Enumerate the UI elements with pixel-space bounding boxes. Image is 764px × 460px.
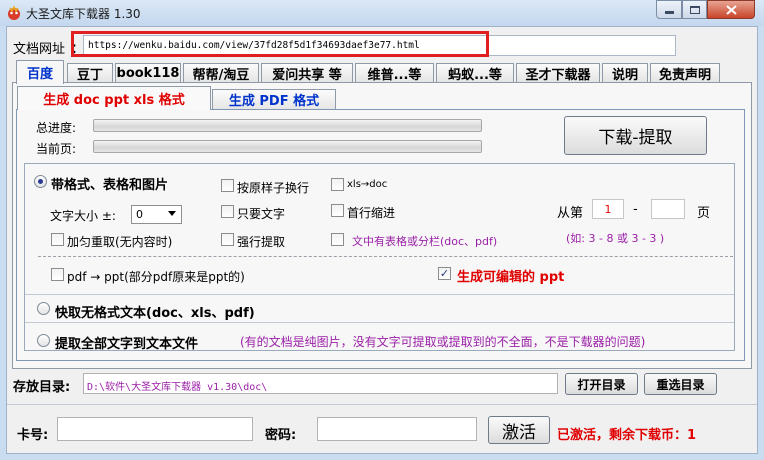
page-suffix-label: 页	[697, 206, 711, 221]
chevron-down-icon	[168, 211, 176, 216]
password-label: 密码:	[265, 428, 297, 443]
with-format-radio[interactable]	[34, 175, 47, 188]
download-extract-button[interactable]: 下载-提取	[564, 116, 707, 155]
tab-bangbang-taodou[interactable]: 帮帮/淘豆	[183, 63, 259, 83]
with-format-label: 带格式、表格和图片	[51, 178, 169, 193]
pdf-to-ppt-checkbox[interactable]	[51, 268, 64, 281]
tab-docin[interactable]: 豆丁	[67, 63, 113, 83]
activate-button[interactable]: 激活	[488, 416, 550, 444]
divider	[25, 322, 734, 323]
window-title: 大圣文库下载器 1.30	[26, 7, 141, 21]
xls-to-doc-label: xls→doc	[347, 179, 388, 190]
from-page-input[interactable]: 1	[592, 199, 624, 219]
quick-plain-radio[interactable]	[37, 302, 50, 315]
url-label: 文档网址	[13, 42, 66, 57]
page-progress-bar	[93, 140, 482, 153]
divider	[7, 404, 757, 405]
tab-disclaimer[interactable]: 免责声明	[650, 63, 720, 83]
tab-weipu[interactable]: 维普...等	[355, 63, 434, 83]
tab-baidu[interactable]: 百度	[16, 60, 64, 84]
options-separator	[38, 256, 733, 257]
first-line-indent-label: 首行缩进	[347, 206, 396, 220]
subtab-doc-format[interactable]: 生成 doc ppt xls 格式	[17, 86, 211, 110]
minimize-button[interactable]	[656, 0, 682, 19]
password-input[interactable]	[317, 417, 477, 441]
has-table-label: 文中有表格或分栏(doc、pdf)	[352, 235, 498, 248]
retry-label: 加匀重取(无内容时)	[67, 235, 173, 249]
xls-to-doc-checkbox[interactable]	[331, 178, 344, 191]
close-button[interactable]	[707, 0, 755, 19]
by-sample-linebreak-label: 按原样子换行	[237, 181, 310, 195]
has-table-checkbox[interactable]	[331, 233, 344, 246]
from-page-label: 从第	[557, 206, 584, 221]
page-example-label: (如: 3 - 8 或 3 - 3 )	[566, 232, 665, 245]
subtab-pdf-format[interactable]: 生成 PDF 格式	[212, 89, 336, 109]
maximize-icon	[689, 5, 700, 14]
card-number-input[interactable]	[57, 417, 253, 441]
close-icon	[725, 4, 737, 15]
tab-mayi[interactable]: 蚂蚁...等	[436, 63, 514, 83]
page-range-dash: -	[633, 202, 638, 217]
tab-iask[interactable]: 爱问共享 等	[261, 63, 353, 83]
extract-all-note: (有的文档是纯图片，没有文字可提取或提取到的不全面，不是下载器的问题)	[240, 335, 646, 349]
total-progress-bar	[93, 119, 482, 132]
text-only-label: 只要文字	[237, 207, 286, 221]
storage-label: 存放目录:	[13, 380, 71, 395]
to-page-input[interactable]	[651, 199, 685, 219]
url-highlight-box	[71, 31, 489, 57]
maximize-button[interactable]	[682, 0, 707, 19]
force-extract-label: 强行提取	[237, 235, 286, 249]
app-logo-icon	[8, 5, 20, 20]
first-line-indent-checkbox[interactable]	[331, 204, 344, 217]
open-folder-button[interactable]: 打开目录	[565, 373, 638, 395]
tab-shengcai[interactable]: 圣才下载器	[516, 63, 600, 83]
extract-all-radio[interactable]	[37, 334, 50, 347]
minimize-icon	[664, 11, 674, 14]
total-progress-label: 总进度:	[36, 121, 77, 135]
pdf-to-ppt-label: pdf → ppt(部分pdf原来是ppt的)	[67, 270, 245, 284]
page-progress-label: 当前页:	[36, 142, 77, 156]
editable-ppt-label: 生成可编辑的 ppt	[457, 270, 565, 285]
by-sample-linebreak-checkbox[interactable]	[221, 179, 234, 192]
extract-all-label: 提取全部文字到文本文件	[55, 337, 199, 352]
quick-plain-label: 快取无格式文本(doc、xls、pdf)	[55, 306, 255, 321]
divider	[25, 294, 734, 295]
font-size-label: 文字大小 ±:	[50, 209, 116, 223]
card-number-label: 卡号:	[17, 428, 49, 443]
tab-book118[interactable]: book118	[115, 63, 181, 83]
activation-status: 已激活，剩余下载币：1	[557, 428, 697, 443]
reselect-folder-button[interactable]: 重选目录	[644, 373, 717, 395]
editable-ppt-checkbox[interactable]: ✓	[438, 267, 451, 280]
text-only-checkbox[interactable]	[221, 205, 234, 218]
tab-help[interactable]: 说明	[602, 63, 648, 83]
force-extract-checkbox[interactable]	[221, 233, 234, 246]
retry-checkbox[interactable]	[51, 233, 64, 246]
storage-path-input[interactable]: D:\软件\大圣文库下载器 v1.30\doc\	[83, 373, 558, 394]
